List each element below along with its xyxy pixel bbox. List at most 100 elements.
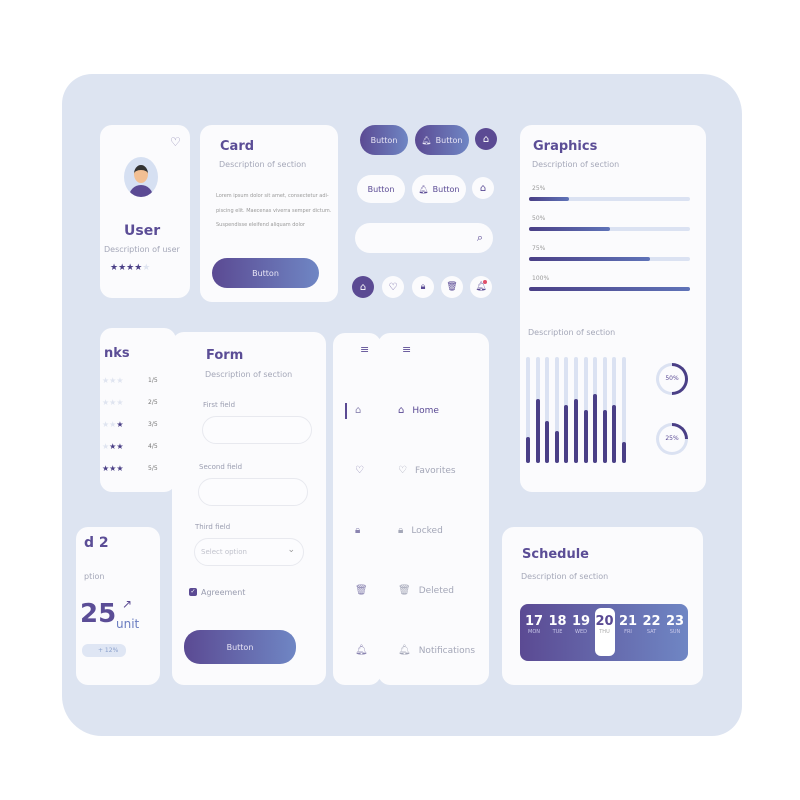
bell-icon[interactable]: 🔔︎ — [355, 645, 368, 656]
button-label: Button — [367, 184, 395, 194]
nav-item-deleted[interactable]: 🗑︎ Deleted — [398, 585, 454, 596]
day-picker: 17 MON 18 TUE 19 WED 20 THU 21 FRI 22 SAT 23 SUN — [520, 604, 688, 661]
chevron-down-icon: ⌄ — [287, 545, 295, 555]
day-name: TUE — [552, 629, 563, 635]
trash-icon[interactable]: 🗑︎ — [441, 276, 463, 298]
rank-label: 4/5 — [148, 443, 158, 450]
heart-icon[interactable]: ♡ — [382, 276, 404, 298]
filled-bell-button[interactable]: 🔔︎ Button — [415, 125, 469, 155]
rank-stars: ★★★ — [102, 376, 124, 385]
heart-icon[interactable]: ♡ — [170, 135, 181, 149]
rank-label: 2/5 — [148, 399, 158, 406]
progress-fill — [529, 197, 570, 201]
user-name: User — [124, 223, 161, 239]
progress-label: 75% — [532, 245, 546, 252]
chart-bar — [602, 410, 607, 463]
bell-icon: 🔔︎ — [418, 184, 429, 194]
day-fri[interactable]: 21 FRI — [618, 614, 638, 635]
chart-bar — [612, 404, 617, 463]
home-icon[interactable]: ⌂ — [355, 405, 361, 416]
day-tue[interactable]: 18 TUE — [548, 614, 568, 635]
chart-bar — [535, 399, 540, 463]
search-icon[interactable]: ⌕ — [477, 231, 483, 245]
stat-unit: unit — [116, 617, 140, 631]
agreement-checkbox[interactable]: ✓ — [189, 588, 197, 596]
ranks-title: nks — [104, 346, 130, 361]
form-card: Form Description of section First field … — [172, 332, 326, 685]
graphics-description: Description of section — [532, 160, 620, 169]
card-body-line: piscing elit. Maecenas viverra semper di… — [216, 208, 332, 214]
rank-stars: ★★★ — [102, 464, 124, 473]
collapsed-sidebar: ≡ ⌂ ♡ 🔒︎ 🗑︎ 🔔︎ — [333, 333, 381, 685]
day-sun[interactable]: 23 SUN — [665, 614, 685, 635]
home-outline-button[interactable]: ⌂ — [472, 177, 494, 199]
active-indicator — [345, 403, 347, 419]
home-icon[interactable]: ⌂ — [352, 276, 374, 298]
day-thu[interactable]: 20 THU — [594, 608, 615, 656]
progress-fill — [529, 227, 610, 231]
schedule-title: Schedule — [522, 547, 589, 562]
outline-bell-button[interactable]: 🔔︎ Button — [412, 175, 466, 203]
day-mon[interactable]: 17 MON — [524, 614, 544, 635]
card-description: Description of section — [219, 160, 307, 169]
nav-item-home[interactable]: ⌂ Home — [398, 405, 439, 416]
heart-icon: ♡ — [398, 465, 407, 476]
third-field-label: Third field — [195, 523, 231, 531]
ranks-card: nks ★★★ 1/5 ★★★ 2/5 ★★★ 3/5 ★★★ 4/5 ★★★ 5/5 — [100, 328, 176, 492]
day-name: THU — [599, 629, 610, 635]
agreement-label: Agreement — [201, 588, 246, 597]
progress-ring: 25% — [656, 423, 688, 455]
lock-icon[interactable]: 🔒︎ — [355, 525, 360, 536]
day-name: SUN — [669, 629, 681, 635]
chart-bar — [583, 410, 588, 463]
filled-button[interactable]: Button — [360, 125, 408, 155]
chart-bar — [622, 441, 626, 463]
schedule-card: Schedule Description of section 17 MON 18 T… — [502, 527, 703, 685]
day-number: 17 — [524, 614, 544, 629]
lock-icon: 🔒︎ — [398, 525, 404, 536]
expanded-sidebar: ≡ ⌂ Home ♡ Favorites 🔒︎ Locked 🗑︎ Deleted 🔔︎ Noti… — [378, 333, 489, 685]
rank-label: 5/5 — [148, 465, 158, 472]
outline-button[interactable]: Button — [357, 175, 405, 203]
nav-item-notifications[interactable]: 🔔︎ Notifications — [398, 645, 475, 656]
chart-bar — [545, 420, 550, 463]
chart-bar — [574, 399, 578, 463]
trash-icon[interactable]: 🗑︎ — [355, 585, 368, 596]
nav-item-label: Locked — [411, 525, 443, 536]
second-field-input[interactable] — [198, 478, 308, 506]
day-sat[interactable]: 22 SAT — [642, 614, 662, 635]
bell-icon[interactable]: 🔔︎ — [470, 276, 492, 298]
home-icon: ⌂ — [398, 405, 405, 416]
card-button[interactable]: Button — [212, 258, 319, 288]
card-body-line: Suspendisse eleifend aliquam dolor — [216, 222, 305, 228]
nav-item-locked[interactable]: 🔒︎ Locked — [398, 525, 443, 536]
chart-description: Description of section — [528, 328, 616, 337]
chart-bar — [593, 394, 598, 463]
search-input[interactable]: ⌕ — [355, 223, 493, 253]
lock-icon[interactable]: 🔒︎ — [412, 276, 434, 298]
form-description: Description of section — [205, 370, 293, 379]
heart-icon[interactable]: ♡ — [355, 465, 364, 476]
home-icon-button[interactable]: ⌂ — [475, 128, 497, 150]
progress-ring: 50% — [656, 363, 688, 395]
day-number: 20 — [595, 614, 614, 629]
third-field-select[interactable]: Select option ⌄ — [194, 538, 304, 566]
avatar — [124, 157, 158, 197]
form-button[interactable]: Button — [184, 630, 296, 664]
graphics-title: Graphics — [533, 139, 598, 154]
day-number: 19 — [571, 614, 591, 629]
progress-label: 25% — [532, 185, 546, 192]
rank-label: 3/5 — [148, 421, 158, 428]
day-name: FRI — [624, 629, 632, 635]
info-card: Card Description of section Lorem ipsum … — [200, 125, 338, 302]
card-body-line: Lorem ipsum dolor sit amet, consectetur … — [216, 193, 329, 199]
chart-bar — [564, 404, 569, 463]
button-label: Button — [435, 135, 463, 145]
menu-icon[interactable]: ≡ — [360, 343, 369, 356]
rank-label: 1/5 — [148, 377, 158, 384]
day-wed[interactable]: 19 WED — [571, 614, 591, 635]
menu-icon[interactable]: ≡ — [402, 343, 411, 356]
nav-item-favorites[interactable]: ♡ Favorites — [398, 465, 456, 476]
stat-description: ption — [84, 572, 105, 581]
first-field-input[interactable] — [202, 416, 312, 444]
